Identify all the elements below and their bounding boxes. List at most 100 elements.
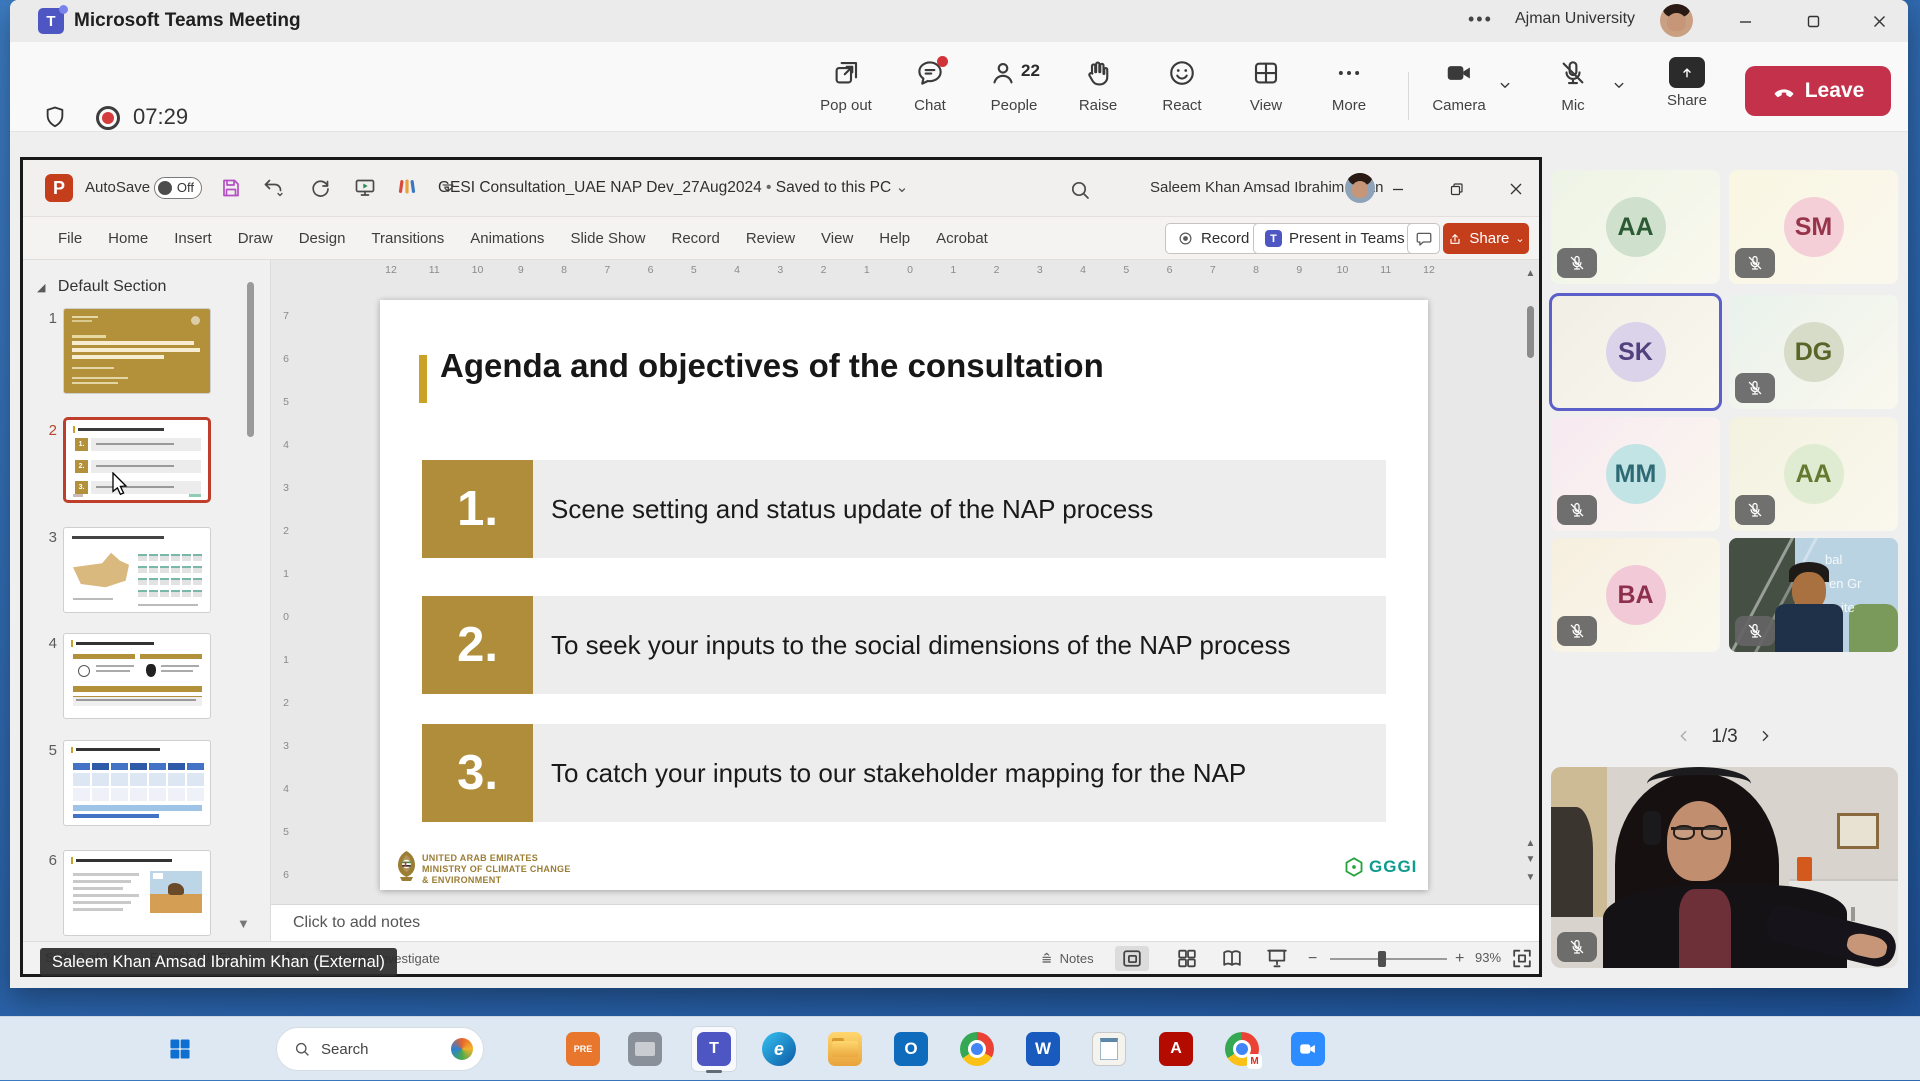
ribbon-tab-record[interactable]: Record xyxy=(658,217,732,260)
ribbon-tab-home[interactable]: Home xyxy=(95,217,161,260)
ribbon-tab-slide-show[interactable]: Slide Show xyxy=(557,217,658,260)
leave-button[interactable]: Leave xyxy=(1745,66,1891,116)
zoom-level[interactable]: 93% xyxy=(1475,950,1501,965)
zoom-in-button[interactable]: + xyxy=(1455,950,1464,968)
account-avatar[interactable] xyxy=(1660,4,1693,37)
toolbar-view-button[interactable]: View xyxy=(1228,54,1304,124)
search-icon[interactable] xyxy=(1068,178,1092,202)
search-highlights-icon[interactable] xyxy=(451,1038,473,1060)
ribbon-tab-review[interactable]: Review xyxy=(733,217,808,260)
toolbar-pop-out-button[interactable]: Pop out xyxy=(808,54,884,124)
ribbon-tab-design[interactable]: Design xyxy=(286,217,359,260)
toolbar-mic-button[interactable]: Mic xyxy=(1535,54,1611,124)
next-slide-icon[interactable]: ▼ xyxy=(1524,854,1537,865)
ribbon-tab-draw[interactable]: Draw xyxy=(225,217,286,260)
toolbar-people-button[interactable]: 22People xyxy=(976,54,1052,124)
chrome-gmail-app-icon[interactable]: M xyxy=(1219,1026,1265,1072)
normal-view-button[interactable] xyxy=(1115,946,1149,971)
acrobat-app-icon[interactable]: A xyxy=(1153,1026,1199,1072)
save-icon[interactable] xyxy=(219,176,243,200)
fit-slide-button[interactable] xyxy=(1509,946,1535,971)
slide-title[interactable]: Agenda and objectives of the consultatio… xyxy=(440,347,1104,385)
participant-tile-aa-0[interactable]: AA xyxy=(1551,170,1720,284)
chevron-down-icon[interactable] xyxy=(1496,76,1514,94)
minimize-button[interactable] xyxy=(1728,8,1762,34)
document-title[interactable]: GESI Consultation_UAE NAP Dev_27Aug2024 … xyxy=(438,178,908,197)
participant-tile-sm-1[interactable]: SM xyxy=(1729,170,1898,284)
ppt-share-button[interactable]: Share ⌄ xyxy=(1443,223,1529,254)
account-name[interactable]: Ajman University xyxy=(1515,10,1635,28)
undo-icon[interactable] xyxy=(261,176,285,200)
slideshow-view-button[interactable] xyxy=(1260,946,1294,971)
ppt-close-button[interactable] xyxy=(1499,176,1533,202)
zoom-app-icon[interactable] xyxy=(1285,1026,1331,1072)
user-avatar[interactable] xyxy=(1345,173,1375,203)
toolbar-more-button[interactable]: More xyxy=(1311,54,1387,124)
scrollbar-thumb[interactable] xyxy=(1527,306,1534,358)
participant-tile-ba-6[interactable]: BA xyxy=(1551,538,1720,652)
ribbon-tab-file[interactable]: File xyxy=(45,217,95,260)
slide-thumbnail-2[interactable]: 1. 2. 3. xyxy=(63,417,211,503)
thumbnail-scroll-down-icon[interactable]: ▼ xyxy=(237,916,250,931)
toolbar-camera-button[interactable]: Camera xyxy=(1421,54,1497,124)
notes-placeholder[interactable]: Click to add notes xyxy=(293,914,420,932)
participant-tile-aa-5[interactable]: AA xyxy=(1729,417,1898,531)
slide-thumbnail-1[interactable] xyxy=(63,308,211,394)
taskbar-search-input[interactable]: Search xyxy=(276,1027,484,1071)
edge-app-icon[interactable]: e xyxy=(756,1026,802,1072)
slide-editor[interactable]: Agenda and objectives of the consultatio… xyxy=(380,300,1428,890)
present-in-teams-button[interactable]: T Present in Teams xyxy=(1253,223,1417,254)
ribbon-tab-animations[interactable]: Animations xyxy=(457,217,557,260)
ppt-restore-button[interactable] xyxy=(1439,176,1473,202)
start-button[interactable] xyxy=(158,1027,202,1071)
section-collapse-icon[interactable]: ◢ xyxy=(37,281,45,294)
slide-thumbnail-4[interactable] xyxy=(63,633,211,719)
toolbar-share-button[interactable]: Share xyxy=(1649,54,1725,124)
zoom-slider[interactable] xyxy=(1330,958,1447,960)
word-app-icon[interactable]: W xyxy=(1020,1026,1066,1072)
close-button[interactable] xyxy=(1862,8,1896,34)
file-explorer-app-icon[interactable] xyxy=(822,1026,868,1072)
zoom-slider-thumb[interactable] xyxy=(1378,951,1386,967)
redo-icon[interactable] xyxy=(308,176,332,200)
start-slideshow-icon[interactable] xyxy=(353,176,377,200)
outlook-app-icon[interactable]: O xyxy=(888,1026,934,1072)
participant-tile-sk-2[interactable]: SK xyxy=(1551,295,1720,409)
teams-app-icon[interactable]: T xyxy=(691,1026,737,1072)
ribbon-tab-view[interactable]: View xyxy=(808,217,866,260)
participant-video-tile[interactable]: bal en Gr ite xyxy=(1729,538,1898,652)
autosave-toggle[interactable]: Off xyxy=(154,177,202,199)
comments-button[interactable] xyxy=(1407,223,1440,254)
record-presentation-button[interactable]: Record xyxy=(1165,223,1261,254)
section-header[interactable]: ◢ Default Section xyxy=(37,278,166,296)
chevron-down-icon[interactable] xyxy=(1610,76,1628,94)
previous-page-icon[interactable] xyxy=(1676,728,1692,744)
toolbar-react-button[interactable]: React xyxy=(1144,54,1220,124)
next-page-icon[interactable] xyxy=(1757,728,1773,744)
pens-icon[interactable] xyxy=(395,176,419,200)
zoom-out-button[interactable]: − xyxy=(1308,950,1317,968)
toolbar-chat-button[interactable]: Chat xyxy=(892,54,968,124)
previous-slide-icon[interactable]: ▲ xyxy=(1524,838,1537,849)
canvas-scrollbar[interactable]: ▲ ▲ ▼ ▼ xyxy=(1524,282,1537,894)
self-video-tile[interactable] xyxy=(1551,767,1898,968)
ribbon-tab-insert[interactable]: Insert xyxy=(161,217,225,260)
scroll-down-icon[interactable]: ▼ xyxy=(1524,872,1537,883)
maximize-button[interactable] xyxy=(1796,8,1830,34)
scroll-up-icon[interactable]: ▲ xyxy=(1524,268,1537,279)
window-app-icon[interactable] xyxy=(622,1026,668,1072)
participant-tile-mm-4[interactable]: MM xyxy=(1551,417,1720,531)
pre-app-icon[interactable]: PRE xyxy=(560,1026,606,1072)
slide-thumbnail-5[interactable] xyxy=(63,740,211,826)
slide-sorter-view-button[interactable] xyxy=(1170,946,1204,971)
notes-pane[interactable]: Click to add notes xyxy=(271,904,1539,941)
chrome-app-icon[interactable] xyxy=(954,1026,1000,1072)
slide-thumbnail-6[interactable] xyxy=(63,850,211,936)
notes-toggle-button[interactable]: Notes xyxy=(1040,950,1094,966)
notepad-app-icon[interactable] xyxy=(1086,1026,1132,1072)
reading-view-button[interactable] xyxy=(1215,946,1249,971)
toolbar-raise-button[interactable]: Raise xyxy=(1060,54,1136,124)
ppt-minimize-button[interactable] xyxy=(1381,176,1415,202)
ribbon-tab-transitions[interactable]: Transitions xyxy=(358,217,457,260)
titlebar-more-icon[interactable]: ••• xyxy=(1468,9,1493,30)
